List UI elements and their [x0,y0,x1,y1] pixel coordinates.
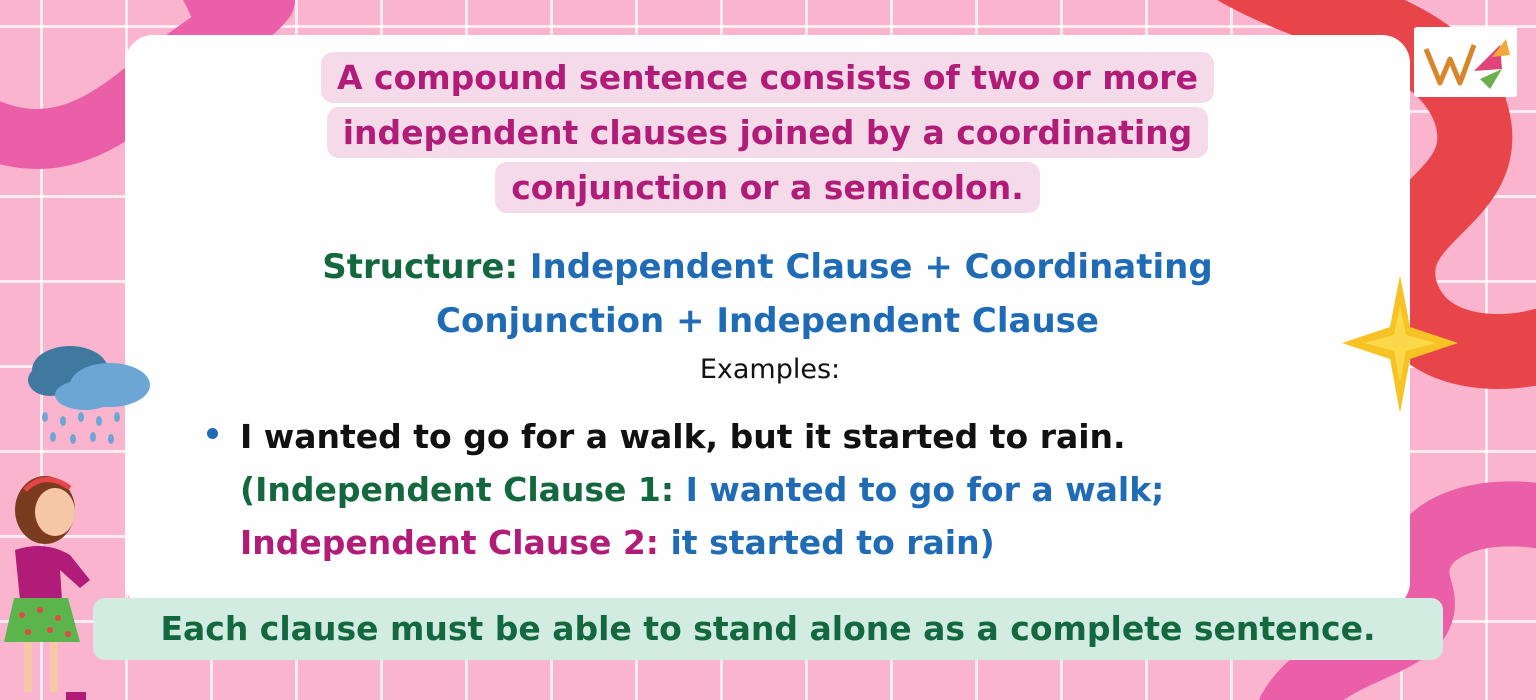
structure-block: Structure: Independent Clause + Coordina… [280,240,1255,348]
definition-line-3: conjunction or a semicolon. [495,162,1040,213]
clause1-text: I wanted to go for a walk; [685,470,1165,509]
girl-illustration [4,476,90,700]
structure-label: Structure: [322,247,519,287]
examples-label: Examples: [699,354,841,385]
clause1-label: (Independent Clause 1: [240,470,675,509]
example-item: I wanted to go for a walk, but it starte… [240,410,1320,569]
star-icon [1342,275,1458,413]
definition-box: A compound sentence consists of two or m… [280,50,1255,220]
footer-note: Each clause must be able to stand alone … [93,598,1443,660]
definition-line-1: A compound sentence consists of two or m… [321,52,1214,103]
example-sentence: I wanted to go for a walk, but it starte… [240,417,1126,456]
bullet-icon [207,428,218,439]
rain-cloud-icon [28,346,150,444]
clause2-text: it started to rain) [670,523,995,562]
logo-icon [1414,27,1517,97]
structure-text-line-1: Independent Clause + Coordinating [529,247,1213,287]
clause2-label: Independent Clause 2: [240,523,659,562]
definition-line-2: independent clauses joined by a coordina… [326,107,1209,158]
structure-text-line-2: Conjunction + Independent Clause [436,301,1099,341]
